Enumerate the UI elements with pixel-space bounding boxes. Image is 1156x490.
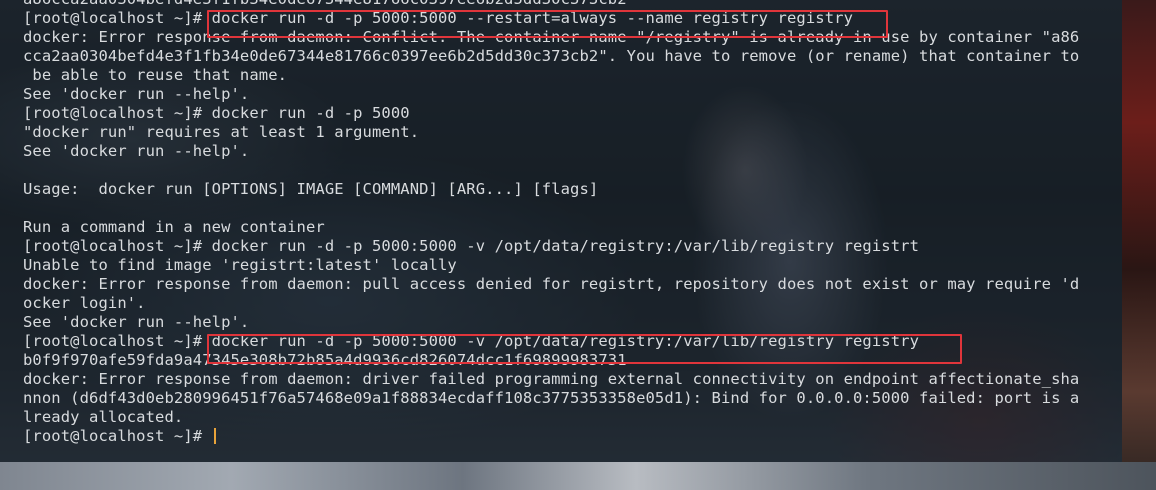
shell-prompt: [root@localhost ~]# [23, 427, 212, 445]
output-line: Run a command in a new container [23, 218, 325, 236]
output-line: Unable to find image 'registrt:latest' l… [23, 256, 457, 274]
error-line: cca2aa0304befd4e3f1fb34e0de67344e81766c0… [23, 47, 1080, 65]
highlight-box-volume-command [207, 334, 962, 364]
error-line: be able to reuse that name. [23, 66, 288, 84]
error-line: lready allocated. [23, 408, 184, 426]
output-line: "docker run" requires at least 1 argumen… [23, 123, 420, 141]
output-line: a86cca2aa0304befd4e3f1fb34e0de67344e8176… [23, 0, 1079, 9]
output-line: See 'docker run --help'. [23, 313, 250, 331]
wallpaper-bottom-strip [0, 462, 1156, 490]
command-line: [root@localhost ~]# docker run -d -p 500… [23, 104, 410, 122]
error-line: ocker login'. [23, 294, 146, 312]
terminal-output: a86cca2aa0304befd4e3f1fb34e0de67344e8176… [23, 0, 1079, 446]
error-line: nnon (d6df43d0eb280996451f76a57468e09a1f… [23, 389, 1080, 407]
terminal-window[interactable]: a86cca2aa0304befd4e3f1fb34e0de67344e8176… [0, 0, 1122, 462]
wallpaper-edge [1122, 0, 1156, 490]
output-line: See 'docker run --help'. [23, 85, 250, 103]
error-line: docker: Error response from daemon: driv… [23, 370, 1080, 388]
output-line: See 'docker run --help'. [23, 142, 250, 160]
error-line: docker: Error response from daemon: pull… [23, 275, 1080, 293]
current-prompt-line[interactable]: [root@localhost ~]# [23, 427, 1079, 446]
command-line: [root@localhost ~]# docker run -d -p 500… [23, 237, 920, 255]
highlight-box-restart-command [207, 10, 888, 38]
usage-line: Usage: docker run [OPTIONS] IMAGE [COMMA… [23, 180, 599, 198]
text-cursor [213, 428, 216, 444]
